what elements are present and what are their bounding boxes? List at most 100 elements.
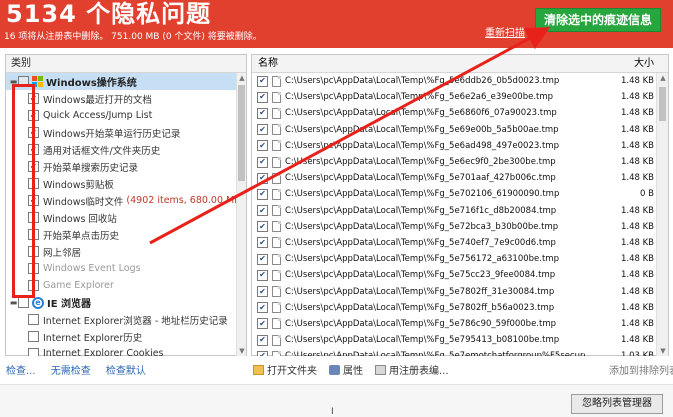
- check-default-link[interactable]: 检查默认: [106, 366, 146, 377]
- category-item[interactable]: Internet Explorer Cookies: [6, 345, 238, 356]
- open-folder-button[interactable]: 打开文件夹: [253, 362, 317, 377]
- group-ie[interactable]: ▬ e IE 浏览器: [6, 294, 238, 311]
- file-path: C:\Users\pc\AppData\Local\Temp\%Fg_5e756…: [285, 254, 559, 265]
- file-row[interactable]: C:\Users\pc\AppData\Local\Temp\%Fg_5e702…: [252, 186, 656, 202]
- category-scrollbar[interactable]: ▲ ▼: [236, 73, 246, 356]
- file-checkbox[interactable]: [257, 350, 268, 356]
- file-path: C:\Users\pc\AppData\Local\Temp\%Fg_5e701…: [285, 173, 556, 184]
- file-icon: [272, 334, 281, 346]
- category-item[interactable]: Windows临时文件(4902 items, 680.00 MB): [6, 192, 238, 209]
- group-windows[interactable]: ▬ Windows操作系统: [6, 73, 238, 90]
- category-checkbox[interactable]: [28, 348, 39, 356]
- app-header: 5134 个隐私问题 16 项将从注册表中删除。 751.00 MB (0 个文…: [0, 0, 673, 48]
- file-checkbox[interactable]: [257, 91, 268, 103]
- category-tree: ▬ Windows操作系统 Windows最近打开的文档 Quick Access…: [6, 73, 238, 356]
- category-item[interactable]: Windows 回收站: [6, 209, 238, 226]
- file-row[interactable]: C:\Users\pc\AppData\Local\Temp\%Fg_5e7em…: [252, 348, 656, 356]
- file-row[interactable]: C:\Users\pc\AppData\Local\Temp\%Fg_5e6dd…: [252, 73, 656, 89]
- file-path: C:\Users\pc\AppData\Local\Temp\%Fg_5e6ad…: [285, 140, 559, 151]
- ignore-list-manager-button[interactable]: 忽略列表管理器: [571, 394, 663, 414]
- file-path: C:\Users\pc\AppData\Local\Temp\%Fg_5e780…: [285, 286, 555, 297]
- export-label: 用注册表编...: [389, 366, 449, 377]
- category-item[interactable]: Internet Explorer历史: [6, 328, 238, 345]
- file-row[interactable]: C:\Users\pc\AppData\Local\Temp\%Fg_5e740…: [252, 235, 656, 251]
- check-link[interactable]: 检查...: [6, 366, 36, 377]
- file-checkbox[interactable]: [257, 140, 268, 152]
- category-item-label: Quick Access/Jump List: [43, 110, 153, 121]
- file-icon: [272, 221, 281, 233]
- properties-button[interactable]: 属性: [329, 362, 363, 377]
- file-icon: [272, 269, 281, 281]
- file-checkbox[interactable]: [257, 334, 268, 346]
- file-checkbox[interactable]: [257, 107, 268, 119]
- scroll-up-icon[interactable]: ▲: [237, 73, 247, 83]
- category-checkbox[interactable]: [28, 331, 39, 342]
- file-checkbox[interactable]: [257, 205, 268, 217]
- category-item[interactable]: Quick Access/Jump List: [6, 107, 238, 124]
- file-list-scrollbar[interactable]: ▲ ▼: [656, 73, 668, 356]
- file-row[interactable]: C:\Users\pc\AppData\Local\Temp\%Fg_5e701…: [252, 170, 656, 186]
- file-row[interactable]: C:\Users\pc\AppData\Local\Temp\%Fg_5e795…: [252, 332, 656, 348]
- column-size[interactable]: 大小: [634, 55, 654, 73]
- category-item[interactable]: 通用对话框文件/文件夹历史: [6, 141, 238, 158]
- collapse-icon[interactable]: ▬: [9, 298, 18, 307]
- file-checkbox[interactable]: [257, 124, 268, 136]
- uncheck-link[interactable]: 无需检查: [51, 366, 91, 377]
- file-row[interactable]: C:\Users\pc\AppData\Local\Temp\%Fg_5e75c…: [252, 267, 656, 283]
- file-row[interactable]: C:\Users\pc\AppData\Local\Temp\%Fg_5e780…: [252, 300, 656, 316]
- file-checkbox[interactable]: [257, 269, 268, 281]
- file-size: 1.48 KB: [620, 270, 654, 281]
- file-row[interactable]: C:\Users\pc\AppData\Local\Temp\%Fg_5e756…: [252, 251, 656, 267]
- scroll-thumb[interactable]: [238, 85, 245, 181]
- file-checkbox[interactable]: [257, 172, 268, 184]
- file-row[interactable]: C:\Users\pc\AppData\Local\Temp\%Fg_5e6e2…: [252, 89, 656, 105]
- file-row[interactable]: C:\Users\pc\AppData\Local\Temp\%Fg_5e72b…: [252, 219, 656, 235]
- category-item-label: 通用对话框文件/文件夹历史: [43, 145, 161, 157]
- file-row[interactable]: C:\Users\pc\AppData\Local\Temp\%Fg_5e780…: [252, 283, 656, 299]
- category-item[interactable]: 开始菜单点击历史: [6, 226, 238, 243]
- file-row[interactable]: C:\Users\pc\AppData\Local\Temp\%Fg_5e716…: [252, 203, 656, 219]
- rescan-link[interactable]: 重新扫描: [485, 24, 525, 39]
- file-checkbox[interactable]: [257, 75, 268, 87]
- file-checkbox[interactable]: [257, 188, 268, 200]
- file-size: 1.48 KB: [620, 237, 654, 248]
- category-checkbox[interactable]: [28, 314, 39, 325]
- file-size: 1.48 KB: [620, 140, 654, 151]
- scroll-thumb[interactable]: [659, 87, 666, 121]
- category-item[interactable]: 开始菜单搜索历史记录: [6, 158, 238, 175]
- file-checkbox[interactable]: [257, 221, 268, 233]
- scroll-up-icon[interactable]: ▲: [657, 73, 669, 83]
- file-row[interactable]: C:\Users\pc\AppData\Local\Temp\%Fg_5e786…: [252, 316, 656, 332]
- category-item[interactable]: Internet Explorer浏览器 - 地址栏历史记录: [6, 311, 238, 328]
- category-item-label: 开始菜单点击历史: [43, 230, 120, 242]
- scroll-down-icon[interactable]: ▼: [237, 346, 247, 356]
- file-icon: [272, 107, 281, 119]
- category-item-label: 网上邻居: [43, 247, 82, 259]
- file-checkbox[interactable]: [257, 286, 268, 298]
- clean-selected-button[interactable]: 清除选中的痕迹信息: [535, 8, 661, 32]
- file-row[interactable]: C:\Users\pc\AppData\Local\Temp\%Fg_5e686…: [252, 105, 656, 121]
- file-size: 1.03 KB: [621, 351, 654, 356]
- file-row[interactable]: C:\Users\pc\AppData\Local\Temp\%Fg_5e69e…: [252, 122, 656, 138]
- scroll-down-icon[interactable]: ▼: [657, 346, 669, 356]
- file-row[interactable]: C:\Users\pc\AppData\Local\Temp\%Fg_5e6ad…: [252, 138, 656, 154]
- page-title: 5134 个隐私问题: [6, 0, 212, 28]
- category-item[interactable]: Game Explorer: [6, 277, 238, 294]
- file-checkbox[interactable]: [257, 237, 268, 249]
- file-row[interactable]: C:\Users\pc\AppData\Local\Temp\%Fg_5e6ec…: [252, 154, 656, 170]
- add-to-exclusion-link[interactable]: 添加到排除列表: [609, 362, 673, 377]
- column-name[interactable]: 名称: [258, 55, 278, 73]
- category-item[interactable]: 网上邻居: [6, 243, 238, 260]
- category-item[interactable]: Windows剪贴板: [6, 175, 238, 192]
- internet-explorer-icon: e: [32, 296, 44, 309]
- file-checkbox[interactable]: [257, 156, 268, 168]
- file-icon: [272, 302, 281, 314]
- category-item[interactable]: Windows开始菜单运行历史记录: [6, 124, 238, 141]
- export-button[interactable]: 用注册表编...: [375, 362, 449, 377]
- file-checkbox[interactable]: [257, 318, 268, 330]
- file-checkbox[interactable]: [257, 253, 268, 265]
- file-checkbox[interactable]: [257, 302, 268, 314]
- group-checkbox[interactable]: [18, 297, 29, 308]
- category-item[interactable]: Windows最近打开的文档: [6, 90, 238, 107]
- category-item[interactable]: Windows Event Logs: [6, 260, 238, 277]
